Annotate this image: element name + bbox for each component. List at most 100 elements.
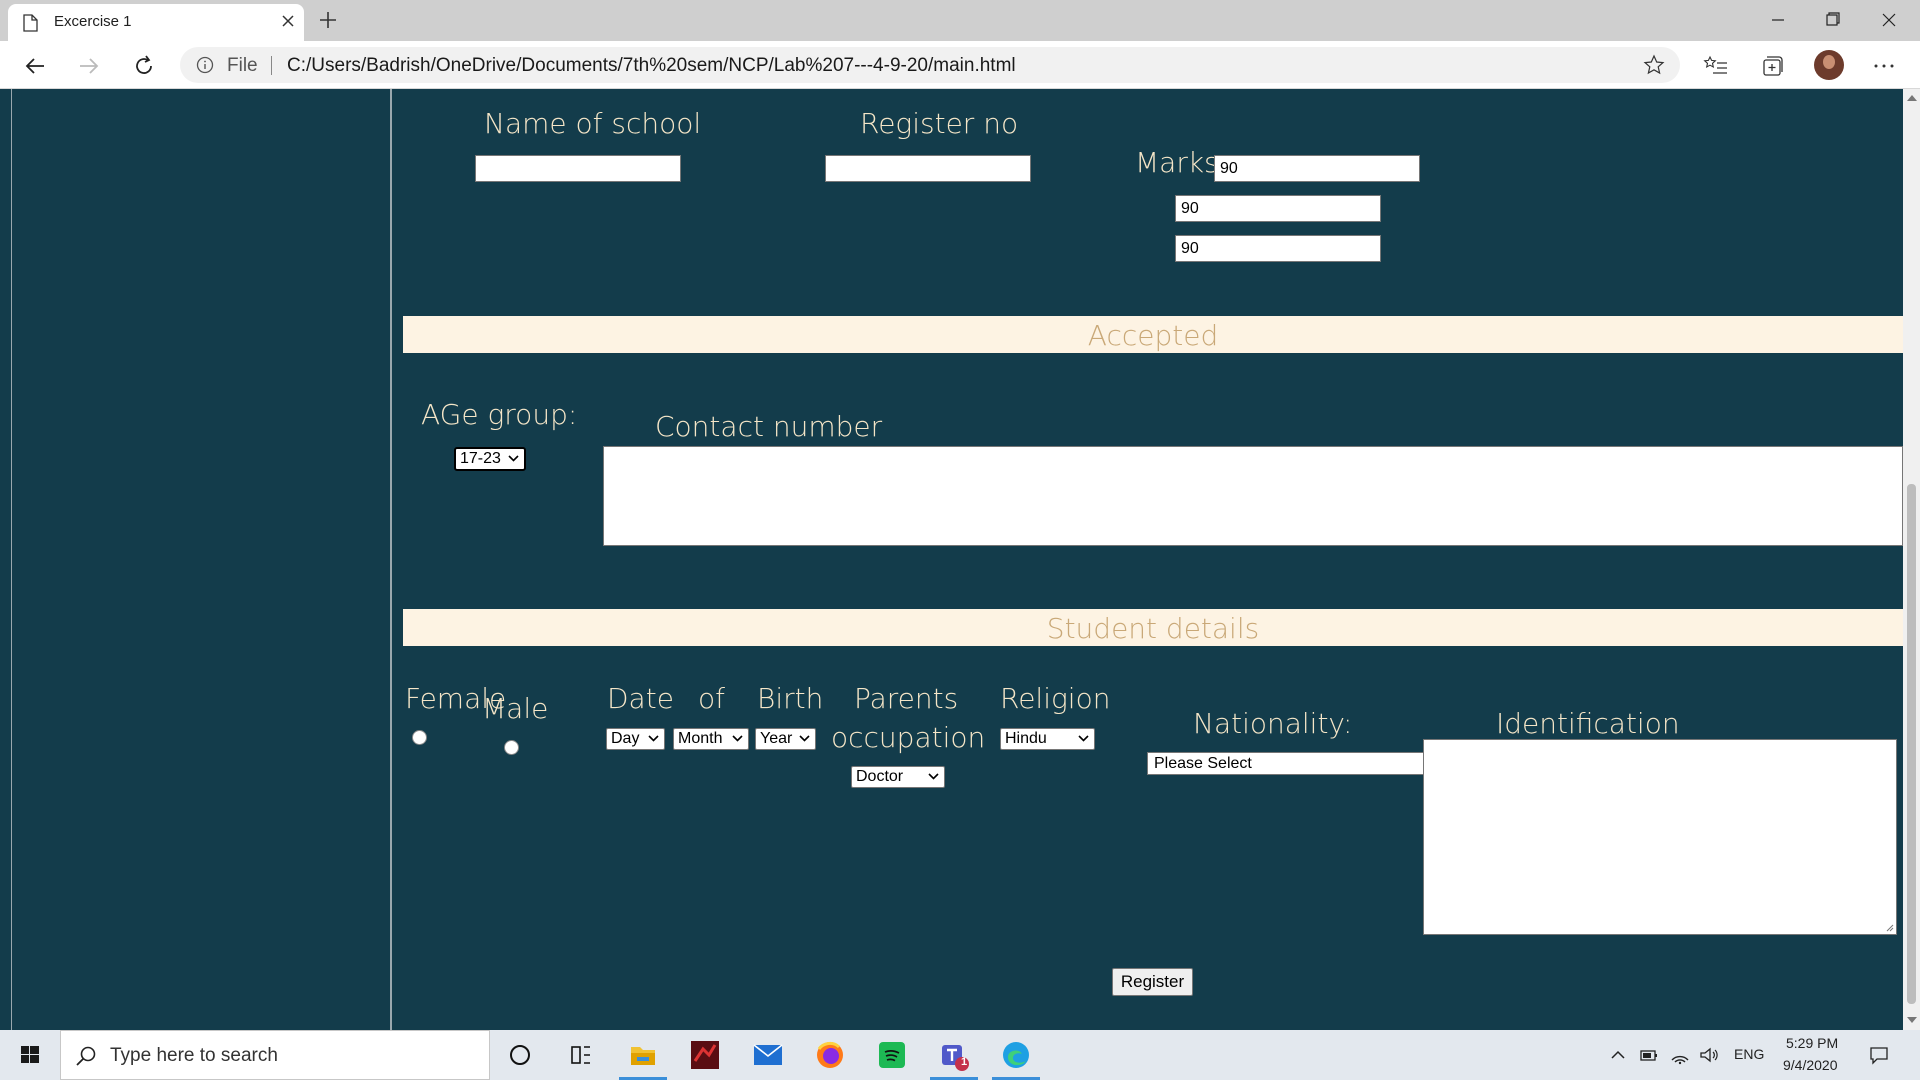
school-name-label: Name of school bbox=[484, 107, 702, 140]
windows-taskbar: Type here to search 1 ENG 5:29 PM 9/4/20… bbox=[0, 1030, 1920, 1080]
dob-day-value: Day bbox=[611, 730, 640, 747]
page-content: Name of school Register no Marks Accepte… bbox=[0, 89, 1903, 1030]
address-bar[interactable]: File C:/Users/Badrish/OneDrive/Documents… bbox=[180, 47, 1680, 83]
contact-number-label: Contact number bbox=[655, 410, 883, 443]
parents-occupation-select[interactable]: Doctor bbox=[851, 766, 945, 788]
dob-label-of: of bbox=[698, 682, 725, 715]
page-scrollbar[interactable] bbox=[1903, 89, 1920, 1030]
close-window-icon[interactable] bbox=[1866, 6, 1912, 34]
profile-avatar[interactable] bbox=[1814, 50, 1844, 80]
chevron-down-icon bbox=[799, 735, 810, 742]
spotify-icon[interactable] bbox=[872, 1035, 912, 1075]
more-options-icon[interactable] bbox=[1871, 53, 1897, 79]
marks-input-2[interactable] bbox=[1175, 195, 1381, 222]
dob-month-value: Month bbox=[678, 730, 723, 747]
back-icon[interactable] bbox=[20, 51, 50, 81]
cortana-icon[interactable] bbox=[500, 1035, 540, 1075]
dob-label-date: Date bbox=[607, 682, 674, 715]
nationality-value: Please Select bbox=[1154, 755, 1252, 772]
teams-icon[interactable]: 1 bbox=[930, 1035, 978, 1080]
religion-value: Hindu bbox=[1005, 730, 1047, 747]
mail-icon[interactable] bbox=[748, 1035, 788, 1075]
resize-grip-icon[interactable] bbox=[1884, 922, 1894, 932]
chevron-down-icon bbox=[1078, 735, 1089, 742]
firefox-icon[interactable] bbox=[810, 1035, 850, 1075]
favorites-list-icon[interactable] bbox=[1703, 53, 1729, 79]
accepted-banner: Accepted bbox=[403, 316, 1903, 353]
file-explorer-icon[interactable] bbox=[619, 1035, 667, 1080]
address-separator bbox=[271, 56, 272, 75]
game-app-icon[interactable] bbox=[685, 1035, 725, 1075]
parents-occupation-label-1: Parents bbox=[854, 682, 959, 715]
dob-label-birth: Birth bbox=[757, 682, 824, 715]
scroll-up-arrow-icon[interactable] bbox=[1907, 95, 1917, 101]
address-scheme-label: File bbox=[227, 55, 258, 76]
show-hidden-icons-chevron-icon[interactable] bbox=[1607, 1044, 1629, 1066]
restore-icon[interactable] bbox=[1810, 6, 1856, 34]
nationality-field[interactable]: Please Select bbox=[1147, 752, 1425, 775]
collections-icon[interactable] bbox=[1759, 53, 1785, 79]
edge-icon[interactable] bbox=[992, 1035, 1040, 1080]
student-details-heading: Student details bbox=[1046, 612, 1260, 645]
contact-number-field[interactable] bbox=[603, 446, 1903, 546]
teams-notification-badge: 1 bbox=[960, 1056, 968, 1068]
male-label: Male bbox=[482, 692, 549, 725]
marks-label: Marks bbox=[1135, 146, 1219, 179]
scroll-down-arrow-icon[interactable] bbox=[1907, 1017, 1917, 1023]
windows-start-icon[interactable] bbox=[0, 1030, 60, 1080]
scroll-thumb[interactable] bbox=[1907, 484, 1916, 1004]
info-icon[interactable] bbox=[196, 56, 214, 74]
minimize-icon[interactable] bbox=[1755, 6, 1801, 34]
marks-input-1[interactable] bbox=[1214, 155, 1420, 182]
student-details-banner: Student details bbox=[403, 609, 1903, 646]
identification-textarea[interactable] bbox=[1423, 739, 1897, 935]
school-name-input[interactable] bbox=[475, 155, 681, 182]
identification-label: Identification bbox=[1496, 707, 1680, 740]
register-no-label: Register no bbox=[860, 107, 1019, 140]
battery-icon[interactable] bbox=[1638, 1044, 1660, 1066]
register-button[interactable]: Register bbox=[1112, 968, 1193, 996]
female-radio[interactable] bbox=[412, 730, 427, 745]
religion-select[interactable]: Hindu bbox=[1000, 728, 1095, 750]
taskbar-search-placeholder: Type here to search bbox=[110, 1045, 278, 1066]
chevron-down-icon bbox=[928, 773, 939, 780]
page-icon bbox=[23, 14, 38, 32]
left-divider bbox=[11, 89, 12, 1030]
age-group-select[interactable]: 17-23 bbox=[454, 447, 526, 471]
chevron-down-icon bbox=[508, 455, 519, 462]
male-radio[interactable] bbox=[504, 740, 519, 755]
browser-tab-bar: Excercise 1 bbox=[0, 0, 1920, 41]
dob-month-select[interactable]: Month bbox=[673, 728, 749, 750]
favorite-star-icon[interactable] bbox=[1643, 54, 1665, 76]
taskbar-search-box[interactable]: Type here to search bbox=[60, 1030, 490, 1080]
marks-input-3[interactable] bbox=[1175, 235, 1381, 262]
browser-toolbar: File C:/Users/Badrish/OneDrive/Documents… bbox=[0, 41, 1920, 89]
age-group-label: AGe group: bbox=[421, 398, 578, 431]
tab-title: Excercise 1 bbox=[54, 13, 132, 30]
refresh-icon[interactable] bbox=[129, 51, 159, 81]
column-divider bbox=[390, 89, 392, 1030]
religion-label: Religion bbox=[1000, 682, 1111, 715]
dob-year-select[interactable]: Year bbox=[755, 728, 816, 750]
dob-year-value: Year bbox=[760, 730, 793, 747]
forward-icon[interactable] bbox=[74, 51, 104, 81]
parents-occupation-value: Doctor bbox=[856, 768, 904, 785]
task-view-icon[interactable] bbox=[560, 1035, 600, 1075]
language-indicator[interactable]: ENG bbox=[1734, 1046, 1764, 1062]
dob-day-select[interactable]: Day bbox=[606, 728, 665, 750]
register-no-input[interactable] bbox=[825, 155, 1031, 182]
volume-icon[interactable] bbox=[1698, 1044, 1720, 1066]
wifi-icon[interactable] bbox=[1669, 1044, 1691, 1066]
browser-tab[interactable]: Excercise 1 bbox=[8, 4, 304, 41]
accepted-heading: Accepted bbox=[1087, 319, 1219, 352]
age-group-value: 17-23 bbox=[460, 450, 501, 467]
new-tab-icon[interactable] bbox=[316, 8, 340, 32]
notifications-icon[interactable] bbox=[1868, 1044, 1890, 1066]
chevron-down-icon bbox=[648, 735, 659, 742]
clock-date[interactable]: 9/4/2020 bbox=[1783, 1057, 1838, 1073]
clock-time[interactable]: 5:29 PM bbox=[1786, 1035, 1838, 1051]
parents-occupation-label-2: occupation bbox=[831, 721, 986, 754]
close-tab-icon[interactable] bbox=[278, 11, 298, 31]
chevron-down-icon bbox=[732, 735, 743, 742]
address-url[interactable]: C:/Users/Badrish/OneDrive/Documents/7th%… bbox=[287, 55, 1016, 77]
